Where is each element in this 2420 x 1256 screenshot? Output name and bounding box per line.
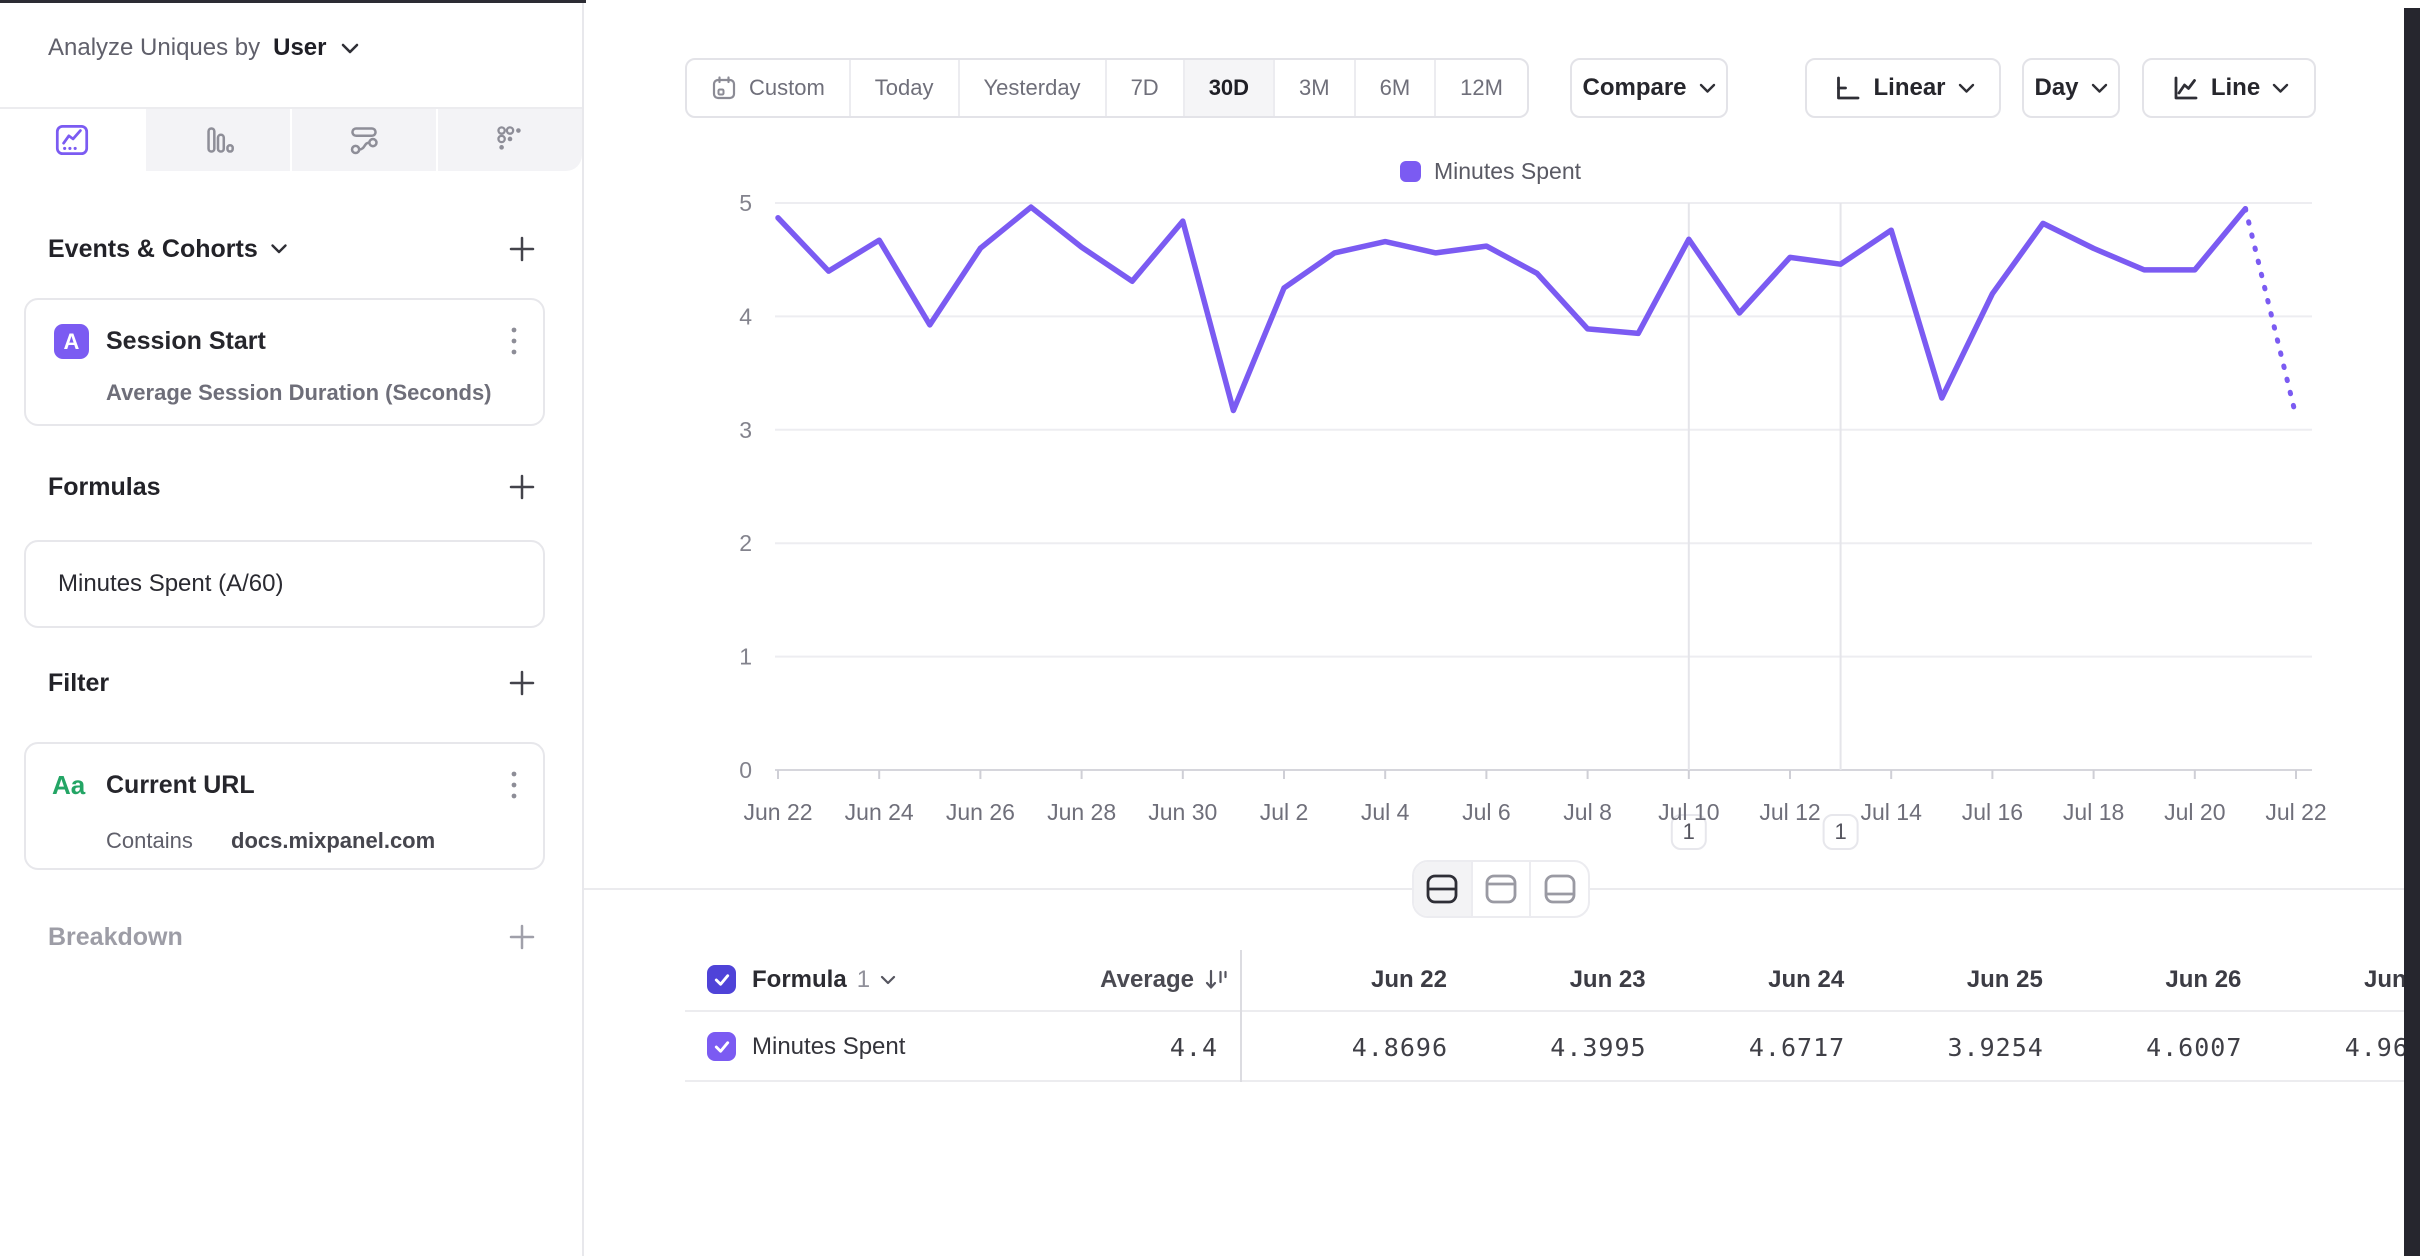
y-axis-label: 2 bbox=[739, 530, 752, 556]
select-all-checkbox[interactable] bbox=[707, 965, 736, 994]
table-column-divider bbox=[1240, 950, 1242, 1082]
y-axis-label: 0 bbox=[739, 757, 752, 783]
table-header-cell-jun-23[interactable]: Jun 23 bbox=[1456, 948, 1646, 1012]
view-toggle-group bbox=[1412, 860, 1590, 918]
annotation-count: 1 bbox=[1834, 819, 1846, 844]
window-top-edge bbox=[0, 0, 586, 3]
series-checkbox[interactable] bbox=[707, 1032, 736, 1061]
y-axis-label: 1 bbox=[739, 644, 752, 670]
x-axis-label: Jul 12 bbox=[1759, 799, 1820, 825]
series-line-incomplete-segment bbox=[2245, 209, 2296, 417]
table-header-cell-jun-27[interactable]: Jun 27 bbox=[2250, 948, 2420, 1012]
x-axis-label: Jun 22 bbox=[743, 799, 812, 825]
series-row-label[interactable]: Minutes Spent bbox=[752, 1012, 905, 1082]
top-panel-view-icon bbox=[1483, 873, 1519, 905]
table-header-cell-jun-22[interactable]: Jun 22 bbox=[1257, 948, 1447, 1012]
toggle-table-only-view[interactable] bbox=[1529, 862, 1588, 916]
toggle-chart-only-view[interactable] bbox=[1471, 862, 1530, 916]
x-axis-label: Jun 28 bbox=[1047, 799, 1116, 825]
bottom-panel-view-icon bbox=[1542, 873, 1578, 905]
mixpanel-insights-app: Analyze Uniques by User bbox=[0, 0, 2420, 1256]
average-header-label: Average bbox=[1100, 966, 1194, 994]
x-axis-label: Jul 22 bbox=[2265, 799, 2326, 825]
formula-header[interactable]: Formula 1 bbox=[752, 948, 896, 1012]
results-table: Formula 1 Average Minutes Spent 4.4 Jun … bbox=[685, 948, 2420, 1086]
toggle-split-view[interactable] bbox=[1414, 862, 1471, 916]
table-header-cell-jun-24[interactable]: Jun 24 bbox=[1654, 948, 1844, 1012]
table-value-cell-jun-25: 3.9254 bbox=[1854, 1012, 2044, 1082]
formula-header-index: 1 bbox=[857, 966, 870, 994]
chevron-down-icon bbox=[880, 975, 896, 986]
x-axis-label: Jul 18 bbox=[2063, 799, 2124, 825]
table-value-cell-jun-24: 4.6717 bbox=[1655, 1012, 1845, 1082]
formula-header-label: Formula bbox=[752, 966, 847, 994]
check-icon bbox=[712, 1037, 732, 1057]
x-axis-label: Jun 26 bbox=[946, 799, 1015, 825]
x-axis-label: Jun 30 bbox=[1148, 799, 1217, 825]
table-value-cell-jun-22: 4.8696 bbox=[1258, 1012, 1448, 1082]
table-header-cell-jun-25[interactable]: Jun 25 bbox=[1853, 948, 2043, 1012]
x-axis-label: Jul 10 bbox=[1658, 799, 1719, 825]
table-header-cell-jun-26[interactable]: Jun 26 bbox=[2051, 948, 2241, 1012]
x-axis-label: Jul 20 bbox=[2164, 799, 2225, 825]
sort-icon bbox=[1204, 967, 1230, 993]
x-axis-label: Jun 24 bbox=[845, 799, 914, 825]
x-axis-label: Jul 4 bbox=[1361, 799, 1410, 825]
y-axis-label: 5 bbox=[739, 190, 752, 216]
table-value-cell-jun-26: 4.6007 bbox=[2052, 1012, 2242, 1082]
x-axis-label: Jul 2 bbox=[1260, 799, 1309, 825]
x-axis-label: Jul 16 bbox=[1962, 799, 2023, 825]
y-axis-label: 4 bbox=[739, 303, 752, 329]
x-axis-label: Jul 6 bbox=[1462, 799, 1511, 825]
split-view-icon bbox=[1424, 873, 1460, 905]
x-axis-label: Jul 14 bbox=[1861, 799, 1923, 825]
series-line-minutes-spent[interactable] bbox=[778, 207, 2245, 410]
y-axis-label: 3 bbox=[739, 417, 752, 443]
average-value-cell: 4.4 bbox=[1030, 1012, 1218, 1082]
table-value-cell-jun-27: 4.9640 bbox=[2251, 1012, 2420, 1082]
table-value-cell-jun-23: 4.3995 bbox=[1457, 1012, 1647, 1082]
window-right-edge bbox=[2404, 8, 2420, 1256]
average-column-header[interactable]: Average bbox=[965, 948, 1230, 1012]
check-icon bbox=[712, 970, 732, 990]
x-axis-label: Jul 8 bbox=[1563, 799, 1612, 825]
